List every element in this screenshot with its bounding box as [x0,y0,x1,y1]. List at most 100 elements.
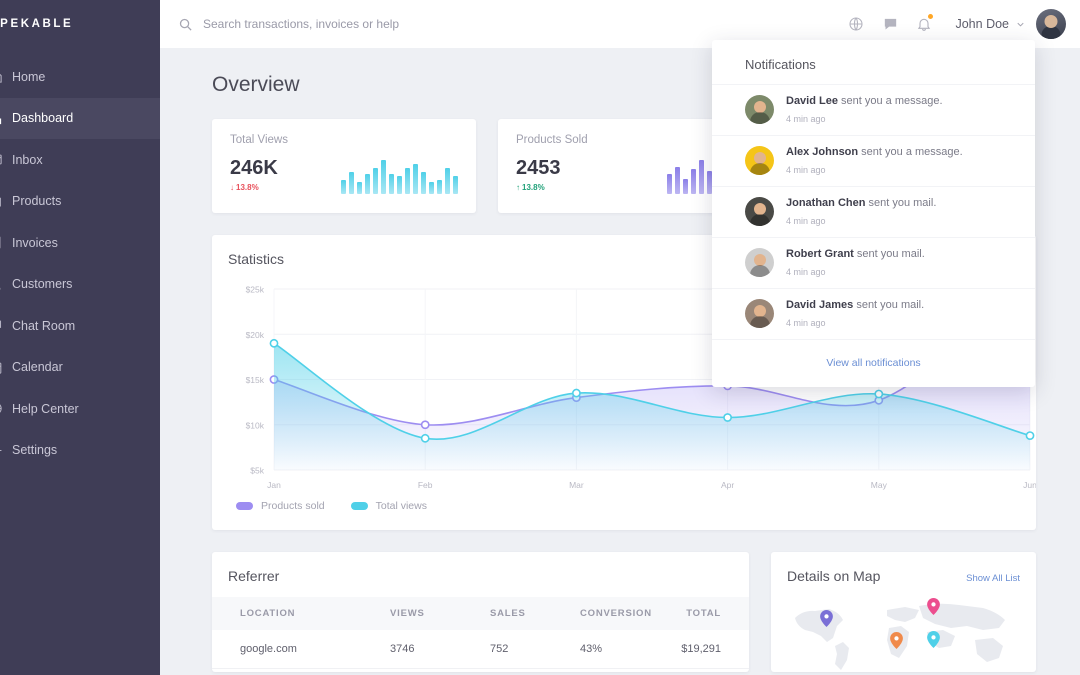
notification-avatar [745,248,774,278]
search-input[interactable] [203,17,543,31]
sidebar-item-help-center[interactable]: Help Center [0,388,160,430]
sidebar-item-home[interactable]: Home [0,56,160,98]
notification-item[interactable]: Jonathan Chen sent you mail. 4 min ago [712,185,1035,237]
chevron-down-icon[interactable] [1015,19,1026,30]
column-header-total[interactable]: TOTAL [680,597,749,630]
column-header-location[interactable]: LOCATION [212,597,390,630]
notification-avatar [745,95,774,125]
sidebar-item-chat-room[interactable]: Chat Room [0,305,160,347]
sidebar-item-customers[interactable]: Customers [0,264,160,306]
notification-time: 4 min ago [786,113,826,124]
column-header-views[interactable]: VIEWS [390,597,490,630]
map-panel: Details on Map Show All List [771,552,1036,672]
notification-message: Robert Grant sent you mail. [786,247,925,260]
calendar-icon [0,360,12,375]
view-all-notifications-link[interactable]: View all notifications [826,357,920,369]
bottom-row: Referrer LOCATION VIEWS SALES CONVERSION… [212,552,1080,672]
map-pin[interactable] [889,632,903,650]
arrow-down-icon: ↓ [230,183,234,192]
sidebar-nav: Home Dashboard Inbox Products Invoices C… [0,48,160,471]
table-header-row: LOCATION VIEWS SALES CONVERSION TOTAL [212,597,749,630]
sparkline-bar [666,173,672,194]
stat-card-label: Total Views [230,134,288,146]
notification-item[interactable]: David James sent you mail. 4 min ago [712,287,1035,339]
referrer-panel: Referrer LOCATION VIEWS SALES CONVERSION… [212,552,749,672]
cell-total: $19,291 [680,630,749,669]
notification-sender: Alex Johnson [786,145,859,158]
map-pin[interactable] [926,630,940,648]
globe-icon[interactable] [839,7,873,41]
sidebar-item-inbox[interactable]: Inbox [0,139,160,181]
notification-item[interactable]: David Lee sent you a message. 4 min ago [712,84,1035,135]
notification-message: Alex Johnson sent you a message. [786,145,963,158]
stat-card-value: 246K [230,157,278,179]
sparkline-bar [682,179,688,194]
notification-text: David Lee sent you a message. 4 min ago [786,94,943,126]
legend-label: Products sold [261,500,325,512]
map-pin[interactable] [819,609,833,627]
sparkline-bar [444,168,450,194]
help-center-icon [0,401,12,416]
user-name: John Doe [955,17,1009,31]
notification-text: Robert Grant sent you mail. 4 min ago [786,247,925,279]
sidebar-item-label: Chat Room [12,318,76,333]
cell-conversion: 43% [580,630,680,669]
notification-avatar [745,197,774,227]
world-map-svg [795,603,1005,670]
sidebar-item-dashboard[interactable]: Dashboard [0,97,160,139]
sparkline-bar [674,166,680,194]
notification-sender: Jonathan Chen [786,196,866,209]
notifications-footer: View all notifications [712,338,1035,383]
sidebar-item-invoices[interactable]: Invoices [0,222,160,264]
invoices-icon [0,235,12,250]
topbar-actions: John Doe [839,7,1066,41]
cell-location: google.com [212,630,390,669]
notification-item[interactable]: Alex Johnson sent you a message. 4 min ag… [712,134,1035,186]
sparkline-bar [420,172,426,194]
svg-text:Jan: Jan [267,480,281,490]
sidebar-item-settings[interactable]: Settings [0,430,160,472]
chat-icon[interactable] [873,7,907,41]
sidebar-item-label: Inbox [12,152,43,167]
show-all-list-link[interactable]: Show All List [966,573,1020,584]
column-header-conversion[interactable]: CONVERSION [580,597,680,630]
table-row[interactable]: google.com 3746 752 43% $19,291 [212,630,749,669]
inbox-icon [0,152,12,167]
notification-text: David James sent you mail. 4 min ago [786,298,924,330]
sparkline-bar [396,176,402,194]
sidebar-item-products[interactable]: Products [0,181,160,223]
sidebar-item-label: Invoices [12,235,58,250]
column-header-sales[interactable]: SALES [490,597,580,630]
sparkline-bar [380,160,386,194]
svg-text:Mar: Mar [569,480,584,490]
notifications-title: Notifications [745,57,816,72]
chart-legend: Products sold Total views [228,500,1036,512]
sparkline-bar [452,176,458,194]
referrer-table: LOCATION VIEWS SALES CONVERSION TOTAL go… [212,597,749,669]
avatar[interactable] [1036,9,1066,39]
svg-text:$5k: $5k [250,466,264,476]
svg-text:$15k: $15k [246,375,265,385]
sidebar-item-label: Customers [12,277,73,292]
sparkline-bar [372,168,378,194]
notification-text: Alex Johnson sent you a message. 4 min ag… [786,145,963,177]
sidebar-item-calendar[interactable]: Calendar [0,347,160,389]
logo: MPEKABLE [0,0,160,48]
map-title: Details on Map [787,568,881,584]
notification-avatar [745,299,774,329]
stat-card-delta-value: 13.8% [522,183,545,192]
bell-icon[interactable] [907,7,941,41]
notification-badge [927,13,935,20]
search-bar[interactable] [178,17,839,32]
notification-item[interactable]: Robert Grant sent you mail. 4 min ago [712,236,1035,288]
products-icon [0,194,12,209]
referrer-table-body: google.com 3746 752 43% $19,291 [212,630,749,669]
sidebar-item-label: Dashboard [12,111,74,126]
map-pin[interactable] [926,597,940,615]
svg-text:Apr: Apr [721,480,734,490]
sparkline-bar [698,160,704,194]
notification-time: 4 min ago [786,164,826,175]
customers-icon [0,277,12,292]
world-map[interactable] [787,596,1020,672]
notification-message: Jonathan Chen sent you mail. [786,196,937,209]
